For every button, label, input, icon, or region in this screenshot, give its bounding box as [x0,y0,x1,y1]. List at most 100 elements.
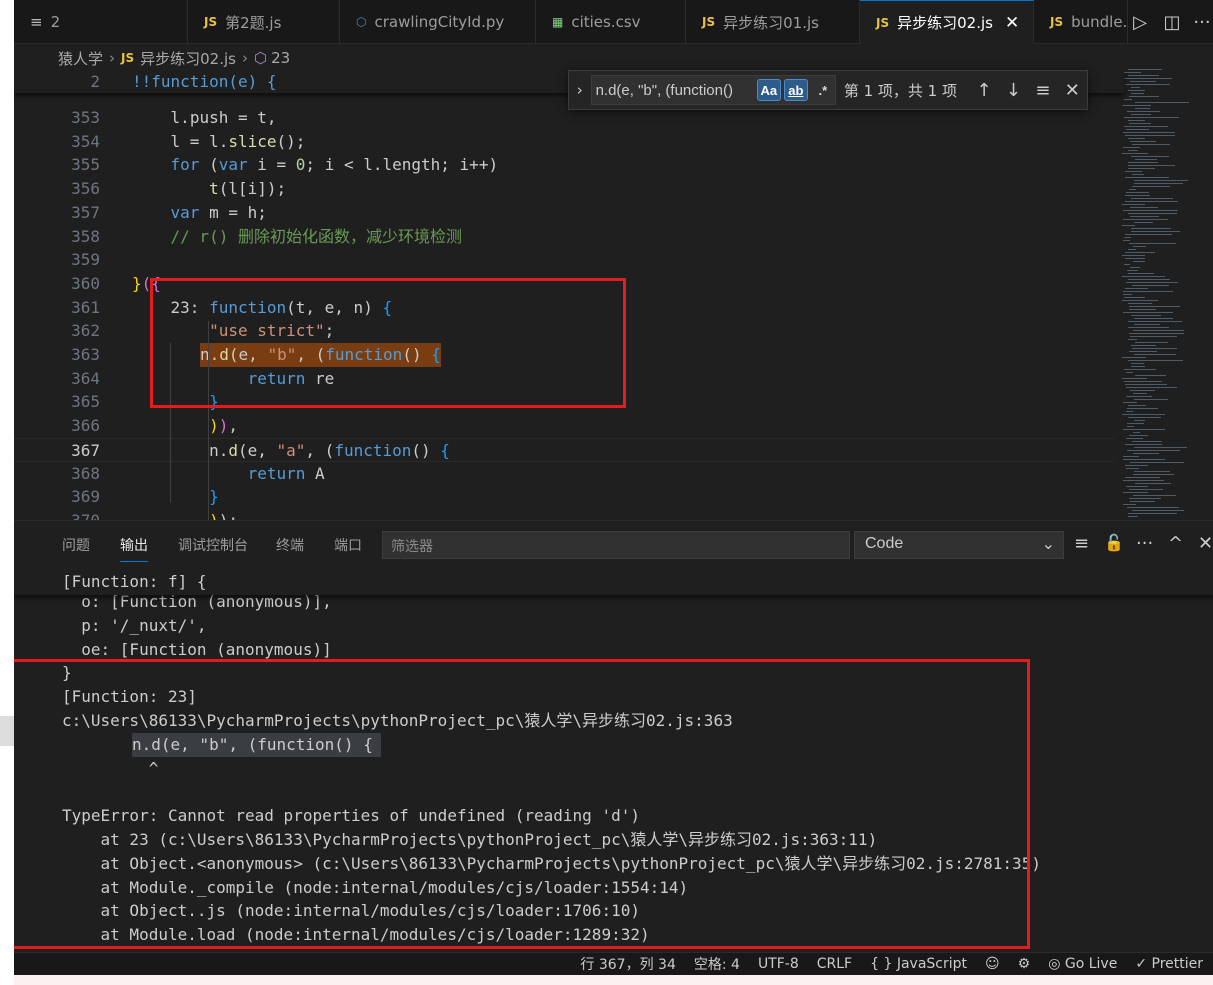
tab-label: 第2题.js [225,13,282,32]
tab-terminal[interactable]: 终端 [276,535,304,555]
left-strip-marker [0,716,14,746]
code-line[interactable]: 368 return A [14,462,1114,486]
word-wrap-icon[interactable]: ≡ [1074,533,1089,554]
code-line[interactable]: 367 n.d(e, "a", (function() { [14,437,1114,462]
code-line[interactable]: 356 t(l[i]); [14,177,1114,201]
code-line[interactable]: 370 )); [14,509,1114,520]
minimap-line [1135,159,1157,160]
tab-label: 2 [50,13,61,31]
eol-status[interactable]: CRLF [817,956,852,972]
close-find-icon[interactable]: ✕ [1058,80,1087,101]
run-icon[interactable]: ▷ [1128,0,1152,44]
line-number: 369 [71,487,100,507]
minimap-line [1131,87,1140,88]
filter-input[interactable]: 筛选器 [382,531,850,559]
minimap-line [1126,129,1149,130]
code-text: l.push = t, [132,106,277,130]
code-token: } [132,273,142,293]
code-line[interactable]: 369 } [14,485,1114,509]
tab-debug-console[interactable]: 调试控制台 [178,535,248,555]
close-panel-icon[interactable]: ✕ [1198,533,1213,554]
code-line[interactable]: 354 l = l.slice(); [14,130,1114,154]
code-line[interactable]: 357 var m = h; [14,201,1114,225]
code-line[interactable]: 359 [14,248,1114,272]
match-case-toggle[interactable]: Aa [756,79,781,101]
minimap-line [1126,387,1177,388]
golive-status[interactable]: ◎ Go Live [1048,956,1117,972]
code-line[interactable]: 355 for (var i = 0; i < l.length; i++) [14,153,1114,177]
more-actions-icon[interactable]: ··· [1190,0,1213,44]
tab-ports[interactable]: 端口 [334,535,362,555]
code-token: (l[i]); [218,179,287,199]
prettier-status[interactable]: ✓ Prettier [1135,956,1203,972]
tab-6[interactable]: JS 异步练习02.js ✕ [860,0,1034,44]
close-tab-icon[interactable]: ✕ [1005,13,1019,33]
breadcrumb-file[interactable]: 异步练习02.js [140,48,236,69]
tab-4[interactable]: ▦ cities.csv [536,0,686,44]
line-number: 364 [71,368,100,388]
line-number: 358 [71,226,100,246]
split-editor-icon[interactable]: ◫ [1160,0,1184,44]
code-token: d [228,440,238,460]
find-input-value[interactable]: n.d(e, "b", (function() [596,82,754,99]
minimap-line [1130,141,1156,142]
line-number: 362 [71,321,100,341]
minimap-line [1124,117,1179,118]
whole-word-toggle[interactable]: ab [783,79,808,101]
minimap-line [1122,153,1148,154]
minimap-line [1123,480,1164,481]
minimap-line [1122,276,1165,277]
code-line[interactable]: 366 )), [14,414,1114,438]
code-token: slice [228,131,277,151]
minimap-line [1128,90,1145,91]
more-actions-icon[interactable]: ··· [1136,533,1153,554]
tab-1[interactable]: ≡ 2 [14,0,188,44]
code-token: (); [276,131,306,151]
encoding-status[interactable]: UTF-8 [758,956,799,972]
minimap-line [1130,216,1159,217]
cursor-position[interactable]: 行 367，列 34 [580,954,675,974]
breadcrumb-folder[interactable]: 猿人学 [58,48,103,69]
minimap[interactable] [1114,67,1200,521]
extension-gear-icon[interactable]: ⚙ [1018,956,1031,972]
minimap-line [1135,108,1150,109]
next-match-icon[interactable]: ↓ [999,80,1028,101]
panel-header: 问题 输出 调试控制台 终端 端口 筛选器 Code ⌄ ≡ 🔓 ··· ^ ✕ [14,521,1213,569]
indentation-status[interactable]: 空格: 4 [694,954,740,974]
minimap-line [1131,114,1151,115]
editor-scrollbar[interactable] [1200,67,1213,521]
tab-label: bundle. [1071,13,1128,31]
regex-toggle[interactable]: .* [811,79,835,101]
find-input[interactable]: n.d(e, "b", (function() Aa ab .* [590,75,836,105]
tab-5[interactable]: JS 异步练习01.js [686,0,860,44]
tab-2[interactable]: JS 第2题.js [188,0,340,44]
tab-output[interactable]: 输出 [120,535,148,562]
maximize-panel-icon[interactable]: ^ [1168,533,1183,554]
code-text: t(l[i]); [132,177,286,201]
minimap-line [1135,375,1166,376]
minimap-line [1122,414,1165,415]
tab-7[interactable]: JS bundle. [1034,0,1128,44]
minimap-line [1125,177,1169,178]
code-token: var [218,155,248,175]
tab-problems[interactable]: 问题 [62,535,90,555]
output-channel-select[interactable]: Code ⌄ [854,531,1064,559]
copilot-icon[interactable]: ☺ [985,956,1000,972]
code-line[interactable]: 358 // r() 删除初始化函数，减少环境检测 [14,225,1114,249]
tab-label: 异步练习02.js [897,14,993,32]
tab-3[interactable]: ⬡ crawlingCityId.py [340,0,536,44]
minimap-line [1127,111,1160,112]
minimap-line [1128,69,1162,70]
minimap-line [1126,468,1139,469]
annotation-box-output [14,659,1030,949]
minimap-line [1128,138,1145,139]
minimap-line [1124,297,1145,298]
minimap-line [1122,204,1145,205]
previous-match-icon[interactable]: ↑ [969,80,998,101]
lock-scroll-icon[interactable]: 🔓 [1104,533,1124,552]
language-status[interactable]: { } JavaScript [870,956,967,972]
breadcrumb-symbol[interactable]: 23 [271,49,290,67]
find-in-selection-icon[interactable]: ≡ [1028,80,1057,101]
toggle-replace-icon[interactable]: › [569,81,591,99]
